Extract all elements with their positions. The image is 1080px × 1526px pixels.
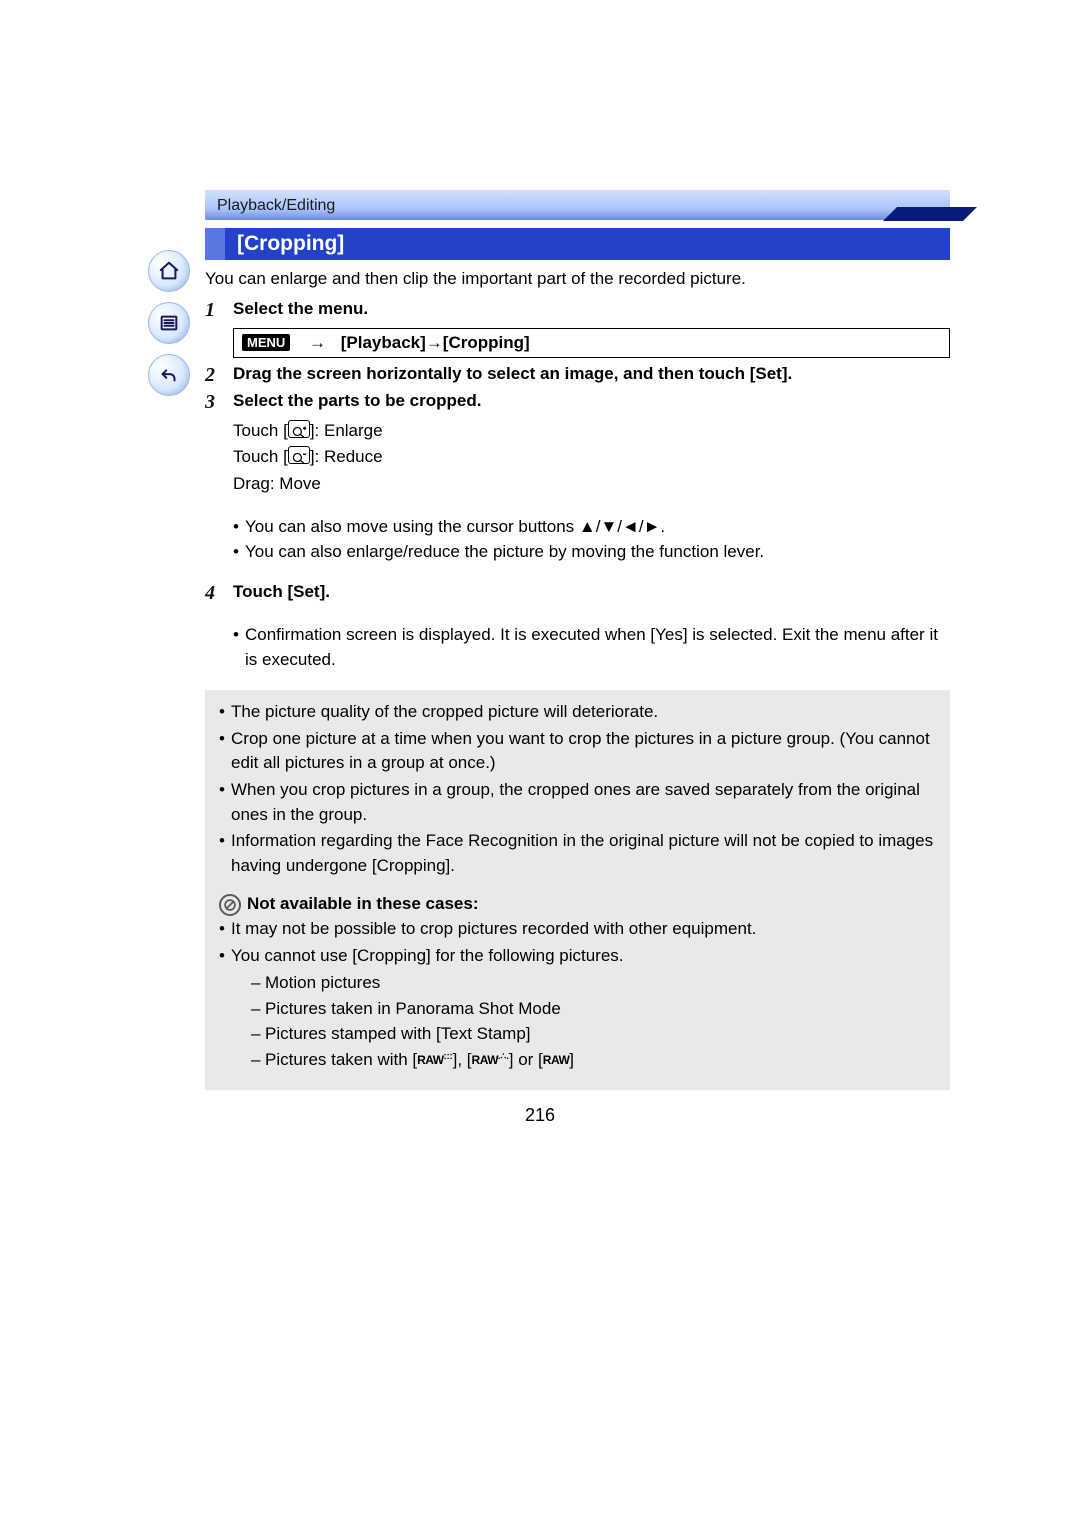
raw-icon: RAW — [543, 1051, 570, 1069]
na-subitem: Motion pictures — [251, 970, 936, 996]
drag-line: Drag: Move — [233, 471, 950, 497]
na-item: You cannot use [Cropping] for the follow… — [219, 944, 936, 1073]
breadcrumb-bar: Playback/Editing — [205, 190, 950, 220]
step3-bullets: You can also move using the cursor butto… — [233, 514, 950, 565]
not-available-heading: Not available in these cases: — [219, 892, 936, 917]
arrow-icon: → — [309, 333, 326, 353]
step-number: 1 — [205, 299, 233, 322]
back-icon[interactable] — [148, 354, 190, 396]
step-4: 4 Touch [Set]. — [205, 582, 950, 605]
menu-path-box: MENU → [Playback]→[Cropping] — [233, 328, 950, 358]
bullet: You can also move using the cursor butto… — [233, 514, 950, 540]
menu-path: [Playback]→[Cropping] — [341, 333, 530, 352]
note-item: The picture quality of the cropped pictu… — [219, 700, 936, 725]
reduce-icon — [288, 446, 310, 464]
note-item: Information regarding the Face Recogniti… — [219, 829, 936, 878]
intro-text: You can enlarge and then clip the import… — [205, 268, 950, 291]
menu-chip: MENU — [242, 334, 290, 351]
step4-bullets: Confirmation screen is displayed. It is … — [233, 622, 950, 673]
bullet: You can also enlarge/reduce the picture … — [233, 539, 950, 565]
step-1: 1 Select the menu. — [205, 299, 950, 322]
step-3: 3 Select the parts to be cropped. — [205, 391, 950, 414]
step-title: Drag the screen horizontally to select a… — [233, 364, 792, 383]
step-number: 3 — [205, 391, 233, 414]
step-number: 2 — [205, 364, 233, 387]
page-number: 216 — [0, 1105, 1080, 1126]
step-number: 4 — [205, 582, 233, 605]
step-title: Select the menu. — [233, 299, 368, 318]
raw-fine-icon: RAW::: — [417, 1050, 453, 1069]
na-subitem: Pictures stamped with [Text Stamp] — [251, 1021, 936, 1047]
prohibited-icon — [219, 894, 241, 916]
breadcrumb: Playback/Editing — [217, 197, 335, 214]
note-item: Crop one picture at a time when you want… — [219, 727, 936, 776]
raw-std-icon: RAW.∴. — [472, 1050, 509, 1069]
step-2: 2 Drag the screen horizontally to select… — [205, 364, 950, 387]
note-item: When you crop pictures in a group, the c… — [219, 778, 936, 827]
bullet: Confirmation screen is displayed. It is … — [233, 622, 950, 673]
cursor-arrows-icon: ▲/▼/◄/► — [579, 517, 660, 536]
home-icon[interactable] — [148, 250, 190, 292]
na-subitem: Pictures taken with [RAW:::], [RAW.∴.] o… — [251, 1047, 936, 1073]
notes-box: The picture quality of the cropped pictu… — [205, 690, 950, 1090]
enlarge-icon — [288, 420, 310, 438]
na-subitem: Pictures taken in Panorama Shot Mode — [251, 996, 936, 1022]
touch-enlarge-line: Touch []: Enlarge — [233, 418, 950, 444]
na-item: It may not be possible to crop pictures … — [219, 917, 936, 942]
section-title: [Cropping] — [205, 228, 950, 260]
toc-icon[interactable] — [148, 302, 190, 344]
step-title: Touch [Set]. — [233, 582, 330, 601]
step-title: Select the parts to be cropped. — [233, 391, 481, 410]
touch-reduce-line: Touch []: Reduce — [233, 444, 950, 470]
